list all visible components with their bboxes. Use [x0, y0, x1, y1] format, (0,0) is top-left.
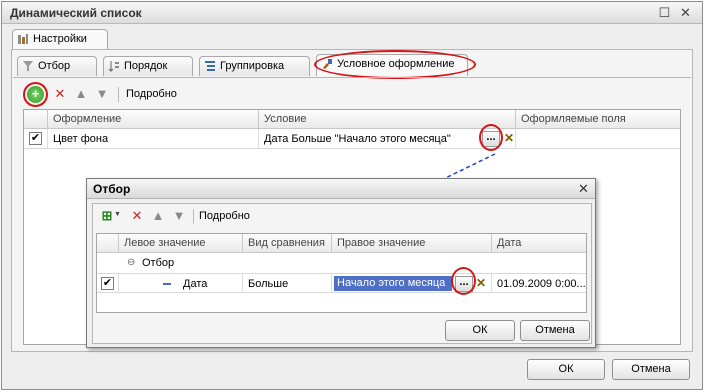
toolbar-separator: [118, 87, 119, 102]
tab-grouping-label: Группировка: [220, 60, 285, 72]
filter-date-value[interactable]: 01.09.2009 0:00...: [492, 274, 586, 293]
dialog-close-icon[interactable]: ✕: [578, 181, 589, 197]
filter-group-label: Отбор: [142, 257, 175, 269]
more-button[interactable]: Подробно: [126, 88, 177, 100]
add-dropdown-icon[interactable]: ▼: [114, 211, 121, 218]
ok-button[interactable]: ОК: [527, 359, 605, 380]
filter-row-checkbox[interactable]: ✔: [101, 277, 114, 290]
select-highlight-oval: [479, 124, 503, 151]
row-appearance[interactable]: Цвет фона: [48, 129, 259, 148]
dialog-title: Отбор: [93, 182, 131, 196]
tab-divider: [13, 77, 691, 78]
add-highlight-oval: [23, 82, 48, 107]
field-icon: [163, 283, 171, 285]
dialog-cancel-button[interactable]: Отмена: [520, 320, 590, 341]
condition-clear-icon[interactable]: ✕: [504, 131, 514, 145]
filter-table-header: Левое значение Вид сравнения Правое знач…: [97, 234, 586, 253]
filter-header-checkbox: [97, 234, 119, 252]
header-left-value[interactable]: Левое значение: [119, 234, 243, 252]
title-bar: Динамический список ☐ ✕: [2, 2, 702, 24]
dialog-toolbar-separator: [193, 209, 194, 224]
collapse-icon[interactable]: ⊖: [127, 257, 135, 268]
header-date[interactable]: Дата: [492, 234, 586, 252]
right-value-clear-icon[interactable]: ✕: [476, 276, 486, 290]
row-fields[interactable]: [516, 129, 680, 148]
header-comparison[interactable]: Вид сравнения: [243, 234, 332, 252]
filter-dialog: Отбор ✕ ⊞ ▼ ✕ ▲ ▼ Подробно Левое значени…: [86, 178, 596, 348]
table-header: Оформление Условие Оформляемые поля: [24, 110, 680, 129]
right-select-highlight-oval: [451, 267, 476, 295]
header-checkbox-column: [24, 110, 48, 128]
grouping-icon: [205, 61, 215, 71]
dialog-more-button[interactable]: Подробно: [199, 210, 250, 222]
header-fields[interactable]: Оформляемые поля: [516, 110, 680, 128]
tab-filter[interactable]: Отбор: [17, 56, 97, 76]
row-condition[interactable]: Дата Больше "Начало этого месяца": [259, 129, 516, 148]
cancel-button[interactable]: Отмена: [612, 359, 690, 380]
header-appearance[interactable]: Оформление: [48, 110, 259, 128]
dialog-ok-button[interactable]: ОК: [445, 320, 515, 341]
sort-icon: [108, 61, 119, 72]
filter-group-row[interactable]: ⊖ Отбор: [97, 253, 586, 273]
move-down-icon[interactable]: ▼: [94, 86, 110, 102]
tab-highlight-oval: [314, 50, 476, 79]
tab-order[interactable]: Порядок: [103, 56, 193, 76]
tab-settings[interactable]: Настройки: [12, 29, 108, 51]
dialog-move-down-icon[interactable]: ▼: [171, 208, 187, 224]
row-checkbox[interactable]: ✔: [29, 132, 42, 145]
tab-settings-label: Настройки: [33, 33, 87, 45]
filter-icon: [23, 61, 33, 71]
dialog-title-bar: Отбор ✕: [87, 179, 595, 199]
dialog-move-up-icon[interactable]: ▲: [150, 208, 166, 224]
filter-row-checkbox-cell: ✔: [97, 274, 119, 293]
window-title: Динамический список: [10, 6, 142, 20]
settings-icon: [18, 34, 28, 44]
right-value-input[interactable]: Начало этого месяца: [334, 276, 452, 291]
tab-grouping[interactable]: Группировка: [199, 56, 310, 76]
dialog-panel: ⊞ ▼ ✕ ▲ ▼ Подробно Левое значение Вид ср…: [92, 203, 592, 344]
row-checkbox-cell: ✔: [24, 129, 48, 148]
tab-order-label: Порядок: [124, 60, 168, 72]
header-condition[interactable]: Условие: [259, 110, 516, 128]
filter-condition-row[interactable]: ✔ Дата Больше Начало этого месяца ... ✕ …: [97, 273, 586, 293]
close-icon[interactable]: ✕: [678, 5, 693, 20]
table-row[interactable]: ✔ Цвет фона Дата Больше "Начало этого ме…: [24, 129, 680, 149]
maximize-icon[interactable]: ☐: [657, 5, 672, 20]
dialog-delete-icon[interactable]: ✕: [129, 208, 145, 224]
filter-left-value[interactable]: Дата: [119, 274, 243, 293]
tab-filter-label: Отбор: [38, 60, 71, 72]
filter-left-value-text: Дата: [183, 278, 208, 290]
move-up-icon[interactable]: ▲: [73, 86, 89, 102]
filter-table: Левое значение Вид сравнения Правое знач…: [96, 233, 587, 313]
delete-icon[interactable]: ✕: [52, 86, 68, 102]
filter-comparison[interactable]: Больше: [243, 274, 332, 293]
header-right-value[interactable]: Правое значение: [332, 234, 492, 252]
add-condition-icon[interactable]: ⊞: [99, 208, 115, 224]
